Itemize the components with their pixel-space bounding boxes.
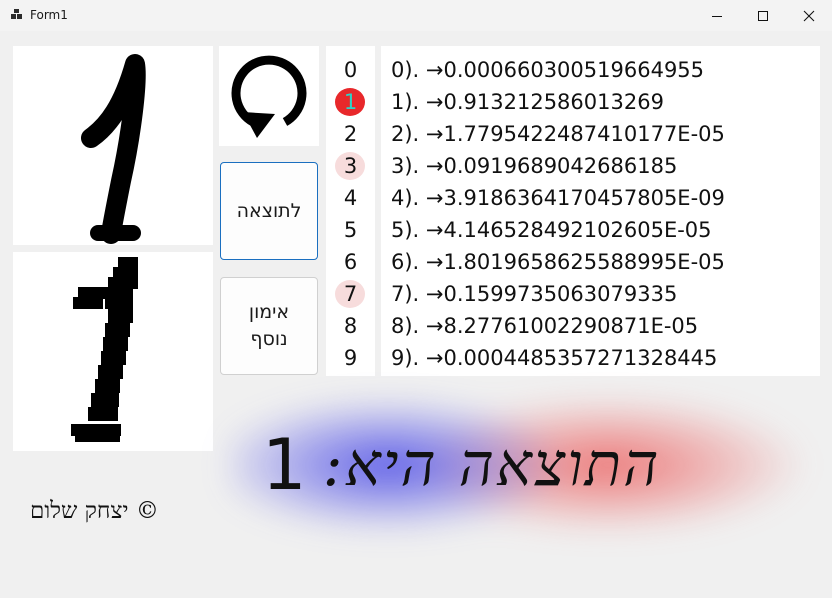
- drawing-canvas[interactable]: [13, 46, 213, 245]
- maximize-button[interactable]: [740, 0, 786, 31]
- digit-item: 6: [326, 246, 375, 278]
- probability-item: 1). →0.913212586013269: [391, 90, 664, 114]
- show-result-button[interactable]: לתוצאה: [220, 162, 318, 260]
- digit-label: 7: [343, 282, 358, 306]
- digit-item: 2: [326, 118, 375, 150]
- digit-item: 5: [326, 214, 375, 246]
- rotate-arrow-icon: [231, 55, 307, 138]
- probability-item: 0). →0.000660300519664955: [391, 58, 705, 82]
- digit-item: 7: [326, 278, 375, 310]
- probability-item: 4). →3.9186364170457805E-09: [391, 186, 725, 210]
- probability-item: 3). →0.0919689042686185: [391, 154, 678, 178]
- maximize-icon: [758, 10, 768, 21]
- train-more-button[interactable]: אימון נוסף: [220, 277, 318, 375]
- handwritten-digit-one: [81, 54, 146, 244]
- probability-item: 9). →0.0004485357271328445: [391, 346, 718, 370]
- digit-label: 2: [343, 122, 358, 146]
- close-icon: [803, 10, 815, 21]
- show-result-label: לתוצאה: [236, 199, 302, 222]
- title-bar: Form1: [0, 0, 832, 31]
- result-label: התוצאה היא:: [322, 430, 661, 500]
- minimize-icon: [712, 15, 722, 17]
- pixelated-digit-one: [71, 257, 138, 442]
- author-credit: © יצחק שלום: [30, 498, 159, 524]
- digit-item: 8: [326, 310, 375, 342]
- train-more-label-line2: נוסף: [250, 328, 288, 350]
- digit-list: 0 1 2 3 4 5 6 7 8 9: [326, 46, 375, 376]
- result-display: 1 התוצאה היא:: [262, 415, 822, 515]
- train-more-label-line1: אימון: [248, 301, 290, 324]
- digit-label: 1: [343, 90, 358, 114]
- close-button[interactable]: [786, 0, 832, 31]
- digit-item: 1: [326, 86, 375, 118]
- result-digit: 1: [262, 424, 307, 506]
- digit-label: 4: [343, 186, 358, 210]
- digit-label: 3: [343, 154, 358, 178]
- probability-item: 2). →1.7795422487410177E-05: [391, 122, 725, 146]
- minimize-button[interactable]: [694, 0, 740, 31]
- digit-label: 9: [343, 346, 358, 370]
- probability-item: 5). →4.146528492102605E-05: [391, 218, 712, 242]
- probability-list: 0). →0.000660300519664955 1). →0.91321258…: [381, 46, 820, 376]
- digit-item: 0: [326, 54, 375, 86]
- probability-item: 7). →0.1599735063079335: [391, 282, 678, 306]
- window-title: Form1: [30, 8, 68, 22]
- digit-label: 6: [343, 250, 358, 274]
- digit-item: 9: [326, 342, 375, 374]
- downsampled-preview: [13, 252, 213, 451]
- reset-button[interactable]: [219, 46, 319, 146]
- digit-label: 5: [343, 218, 358, 242]
- digit-item: 3: [326, 150, 375, 182]
- digit-label: 8: [343, 314, 358, 338]
- winforms-app-icon: [11, 9, 22, 19]
- probability-item: 6). →1.8019658625588995E-05: [391, 250, 725, 274]
- digit-label: 0: [343, 58, 358, 82]
- probability-item: 8). →8.27761002290871E-05: [391, 314, 699, 338]
- digit-item: 4: [326, 182, 375, 214]
